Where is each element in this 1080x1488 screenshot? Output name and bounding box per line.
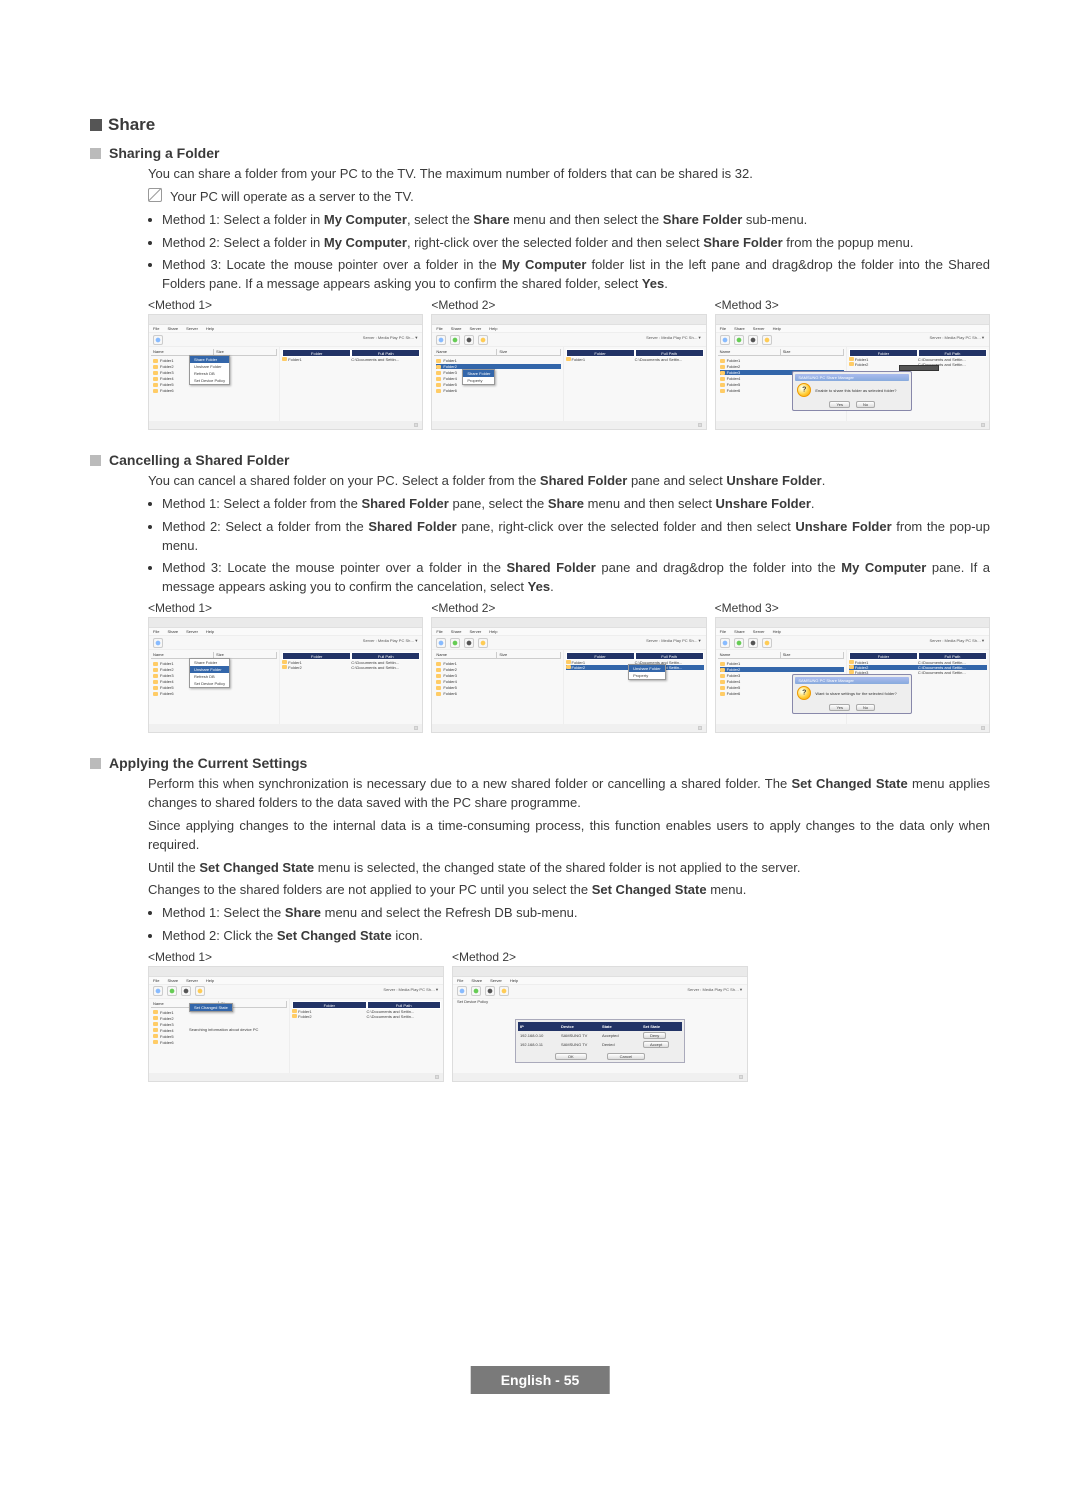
cancel-method2-thumbnail: FileShareServerHelp Server : Media Play … [431,617,706,733]
method2-thumbnail: FileShareServerHelp Server : Media Play … [431,314,706,430]
subsection-bullet-icon [90,758,101,769]
method3-thumbnail: FileShareServerHelp Server : Media Play … [715,314,990,430]
bullet-icon [148,934,152,938]
cancel-method2-label: <Method 2> [431,601,706,615]
applying-para2: Since applying changes to the internal d… [90,817,990,855]
sharing-intro: You can share a folder from your PC to t… [90,165,990,184]
applying-para1: Perform this when synchronization is nec… [90,775,990,813]
bullet-icon [148,525,152,529]
applying-para3: Until the Set Changed State menu is sele… [90,859,990,878]
bullet-icon [148,263,152,267]
method3-label: <Method 3> [715,298,990,312]
cancel-method1-label: <Method 1> [148,601,423,615]
apply-method1-thumbnail: FileShareServerHelp Server : Media Play … [148,966,444,1082]
bullet-icon [148,566,152,570]
method2-label: <Method 2> [431,298,706,312]
cancel-method1-thumbnail: FileShareServerHelp Server : Media Play … [148,617,423,733]
apply-method2-label: <Method 2> [452,950,748,964]
cancelling-method2: Method 2: Select a folder from the Share… [162,518,990,556]
subsection-title-sharing: Sharing a Folder [109,145,219,161]
section-bullet-icon [90,119,102,131]
apply-method2-thumbnail: FileShareServerHelp Server : Media Play … [452,966,748,1082]
note-icon [148,188,162,202]
subsection-bullet-icon [90,455,101,466]
section-title: Share [108,115,155,135]
bullet-icon [148,218,152,222]
bullet-icon [148,241,152,245]
cancel-method3-label: <Method 3> [715,601,990,615]
apply-method1-label: <Method 1> [148,950,444,964]
method1-label: <Method 1> [148,298,423,312]
sharing-method2: Method 2: Select a folder in My Computer… [162,234,913,253]
cancel-method3-thumbnail: FileShareServerHelp Server : Media Play … [715,617,990,733]
page-footer: English - 55 [471,1366,610,1394]
cancelling-intro: You can cancel a shared folder on your P… [90,472,990,491]
subsection-bullet-icon [90,148,101,159]
method1-thumbnail: FileShareServerHelp Server : Media Play … [148,314,423,430]
applying-method2: Method 2: Click the Set Changed State ic… [162,927,423,946]
sharing-method1: Method 1: Select a folder in My Computer… [162,211,807,230]
cancelling-method1: Method 1: Select a folder from the Share… [162,495,815,514]
subsection-title-cancelling: Cancelling a Shared Folder [109,452,290,468]
sharing-method3: Method 3: Locate the mouse pointer over … [162,256,990,294]
bullet-icon [148,911,152,915]
applying-para4: Changes to the shared folders are not ap… [90,881,990,900]
cancelling-method3: Method 3: Locate the mouse pointer over … [162,559,990,597]
subsection-title-applying: Applying the Current Settings [109,755,307,771]
sharing-note: Your PC will operate as a server to the … [170,188,414,207]
bullet-icon [148,502,152,506]
applying-method1: Method 1: Select the Share menu and sele… [162,904,578,923]
